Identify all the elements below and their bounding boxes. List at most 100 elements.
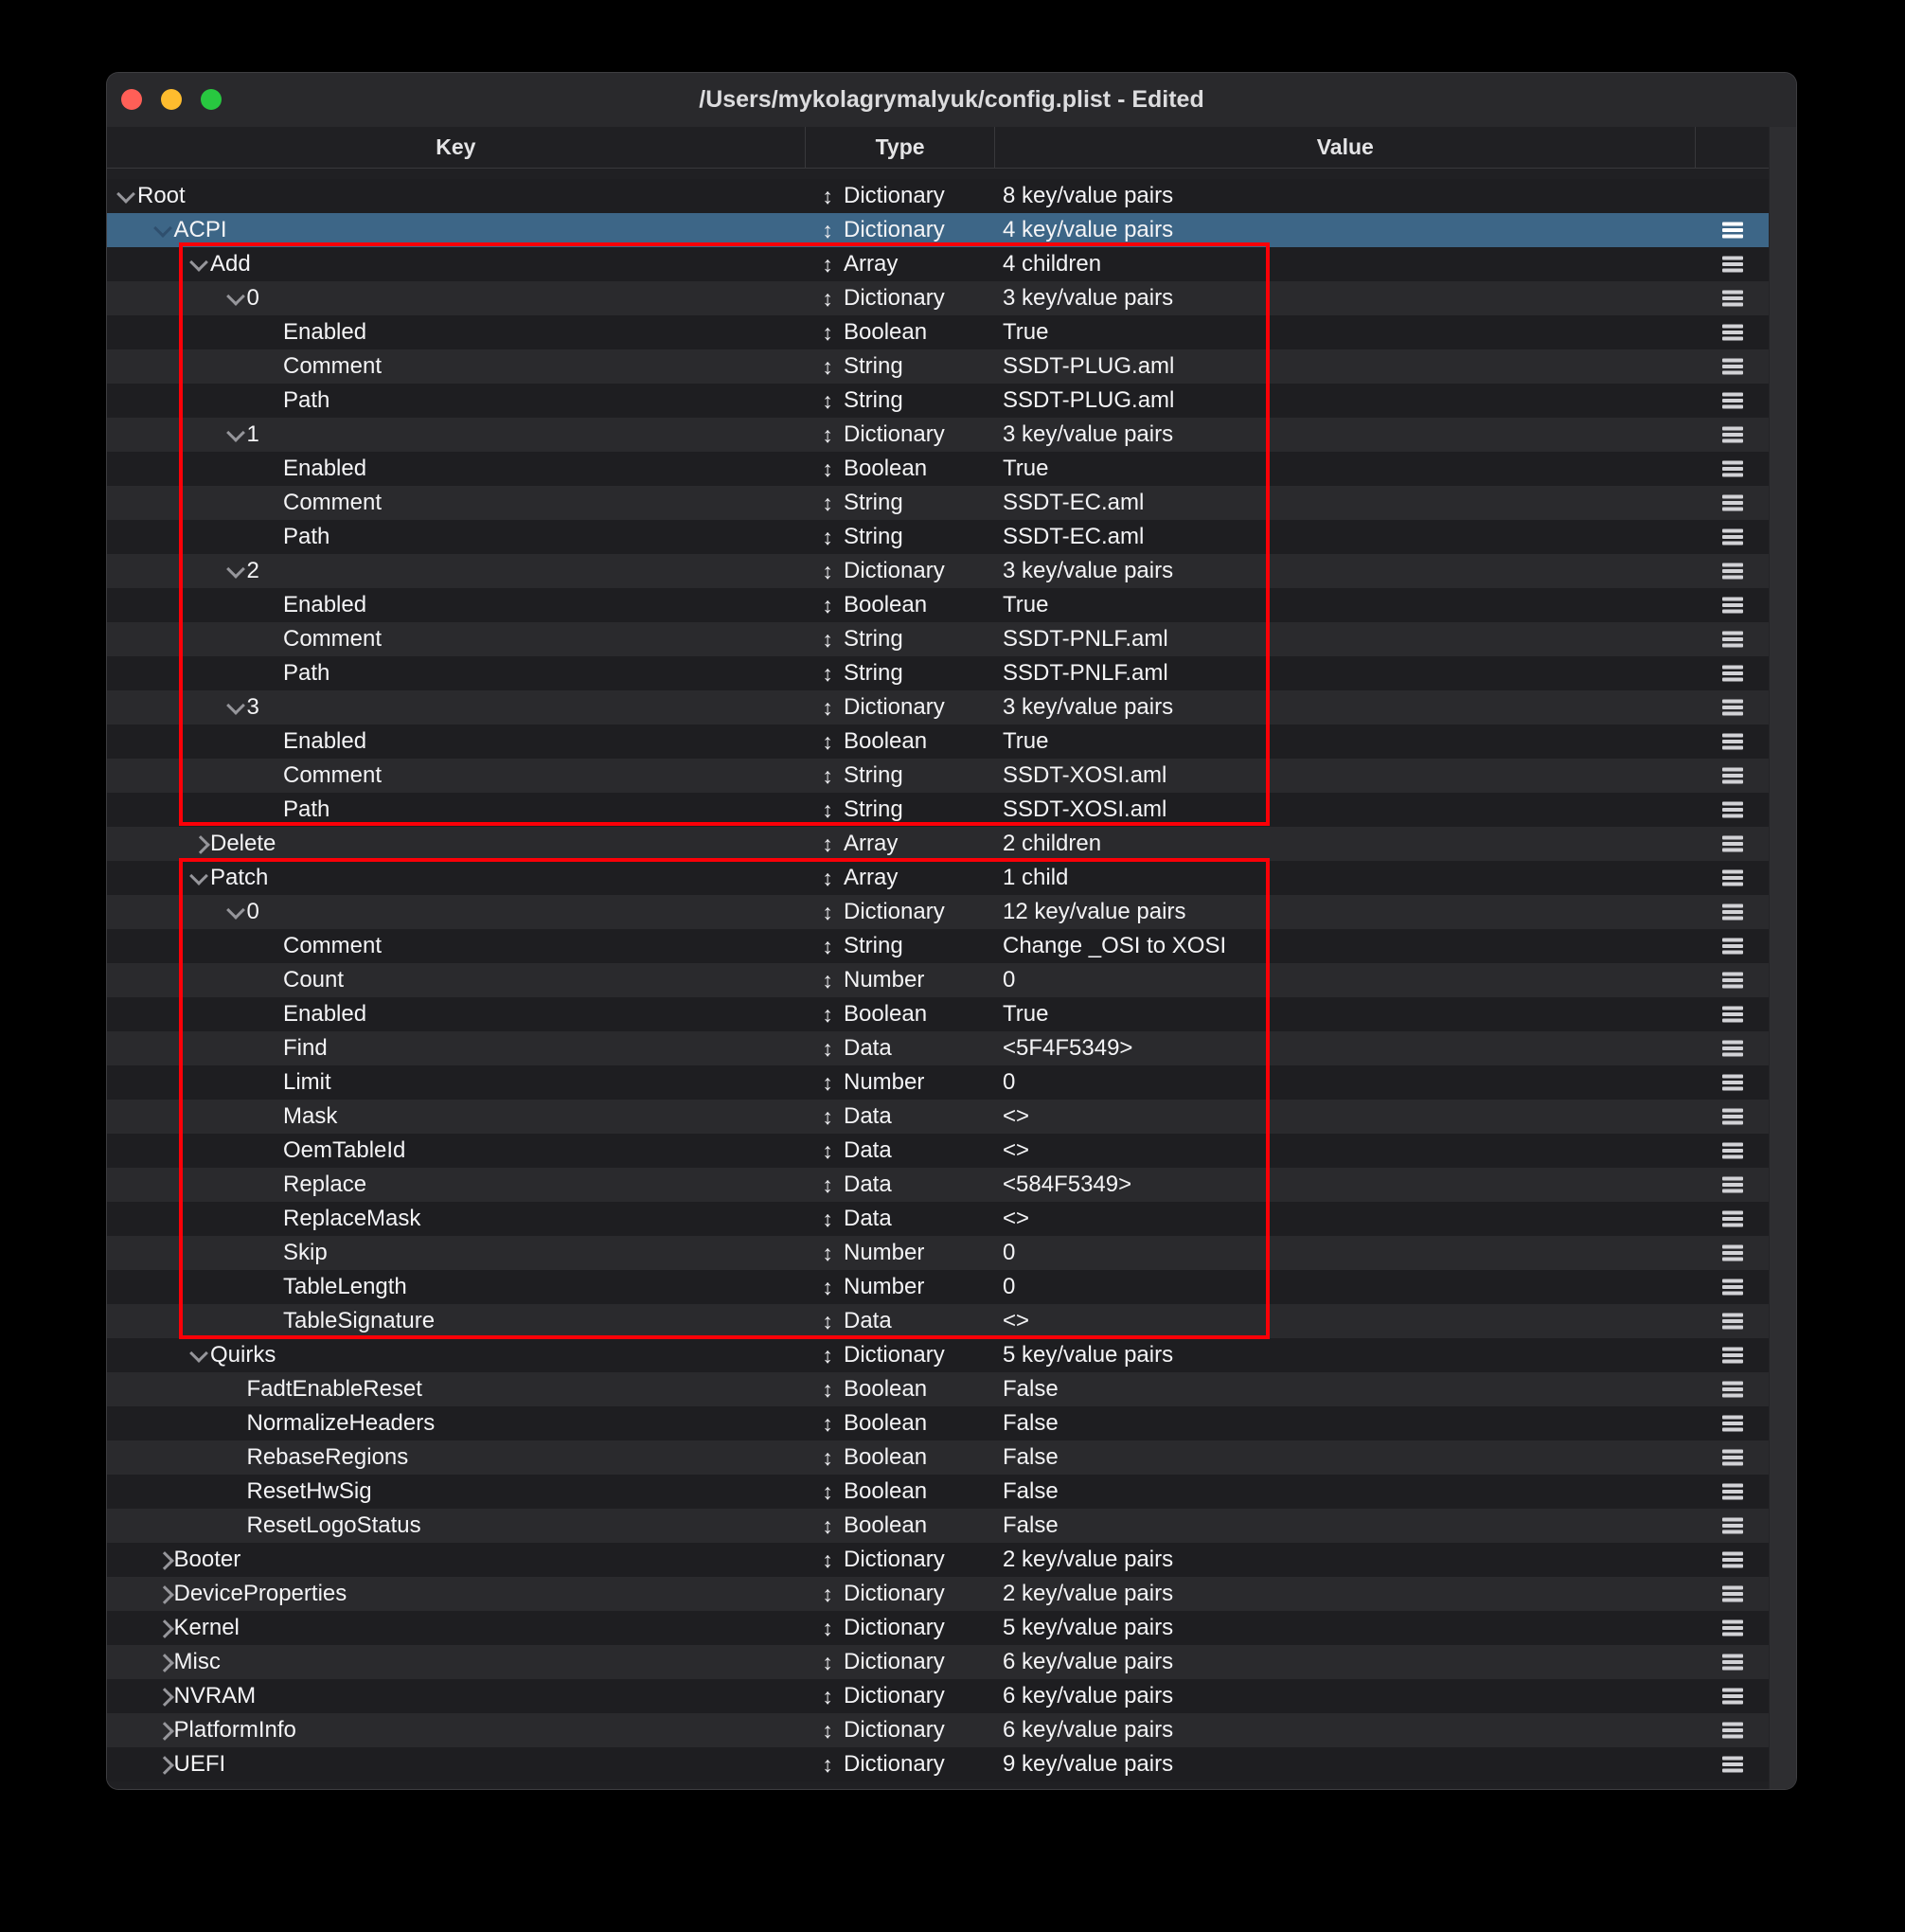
row-menu-icon[interactable] xyxy=(1722,1524,1743,1528)
type-dropdown-icon[interactable]: ↕ xyxy=(817,281,838,315)
disclosure-triangle-icon[interactable] xyxy=(153,1724,174,1737)
type-dropdown-icon[interactable]: ↕ xyxy=(817,384,838,418)
row-menu-icon[interactable] xyxy=(1722,1285,1743,1289)
type-dropdown-icon[interactable]: ↕ xyxy=(817,1134,838,1168)
type-dropdown-icon[interactable]: ↕ xyxy=(817,1679,838,1713)
table-row[interactable]: Enabled ↕ Boolean True xyxy=(107,452,1770,486)
disclosure-triangle-icon[interactable] xyxy=(153,1655,174,1669)
table-row[interactable]: Booter ↕ Dictionary 2 key/value pairs xyxy=(107,1543,1770,1577)
disclosure-triangle-icon[interactable] xyxy=(226,1417,247,1430)
table-row[interactable]: ResetLogoStatus ↕ Boolean False xyxy=(107,1509,1770,1543)
type-dropdown-icon[interactable]: ↕ xyxy=(817,486,838,520)
disclosure-triangle-icon[interactable] xyxy=(226,905,247,919)
row-menu-icon[interactable] xyxy=(1722,467,1743,471)
type-dropdown-icon[interactable]: ↕ xyxy=(817,1440,838,1475)
table-row[interactable]: 0 ↕ Dictionary 12 key/value pairs xyxy=(107,895,1770,929)
disclosure-triangle-icon[interactable] xyxy=(262,1212,283,1225)
table-row[interactable]: Path ↕ String SSDT-PNLF.aml xyxy=(107,656,1770,690)
disclosure-triangle-icon[interactable] xyxy=(262,1042,283,1055)
row-menu-icon[interactable] xyxy=(1722,1081,1743,1084)
disclosure-triangle-icon[interactable] xyxy=(262,667,283,680)
row-menu-icon[interactable] xyxy=(1722,365,1743,368)
type-dropdown-icon[interactable]: ↕ xyxy=(817,997,838,1031)
table-row[interactable]: Comment ↕ String SSDT-XOSI.aml xyxy=(107,759,1770,793)
table-row[interactable]: ReplaceMask ↕ Data <> xyxy=(107,1202,1770,1236)
disclosure-triangle-icon[interactable] xyxy=(262,1315,283,1328)
type-dropdown-icon[interactable]: ↕ xyxy=(817,1475,838,1509)
table-row[interactable]: TableLength ↕ Number 0 xyxy=(107,1270,1770,1304)
disclosure-triangle-icon[interactable] xyxy=(189,837,210,850)
type-dropdown-icon[interactable]: ↕ xyxy=(817,452,838,486)
table-row[interactable]: Kernel ↕ Dictionary 5 key/value pairs xyxy=(107,1611,1770,1645)
table-row[interactable]: Comment ↕ String SSDT-PLUG.aml xyxy=(107,349,1770,384)
row-menu-icon[interactable] xyxy=(1722,1353,1743,1357)
row-menu-icon[interactable] xyxy=(1722,1422,1743,1425)
row-menu-icon[interactable] xyxy=(1722,1251,1743,1255)
table-row[interactable]: Misc ↕ Dictionary 6 key/value pairs xyxy=(107,1645,1770,1679)
row-menu-icon[interactable] xyxy=(1722,1456,1743,1459)
table-row[interactable]: 0 ↕ Dictionary 3 key/value pairs xyxy=(107,281,1770,315)
table-row[interactable]: Patch ↕ Array 1 child xyxy=(107,861,1770,895)
row-menu-icon[interactable] xyxy=(1722,637,1743,641)
type-dropdown-icon[interactable]: ↕ xyxy=(817,1100,838,1134)
type-dropdown-icon[interactable]: ↕ xyxy=(817,1031,838,1065)
disclosure-triangle-icon[interactable] xyxy=(153,1690,174,1703)
table-row[interactable]: Mask ↕ Data <> xyxy=(107,1100,1770,1134)
row-menu-icon[interactable] xyxy=(1722,1115,1743,1118)
disclosure-triangle-icon[interactable] xyxy=(189,258,210,271)
type-dropdown-icon[interactable]: ↕ xyxy=(817,963,838,997)
disclosure-triangle-icon[interactable] xyxy=(262,462,283,475)
table-row[interactable]: 1 ↕ Dictionary 3 key/value pairs xyxy=(107,418,1770,452)
type-dropdown-icon[interactable]: ↕ xyxy=(817,179,838,213)
table-row[interactable]: 2 ↕ Dictionary 3 key/value pairs xyxy=(107,554,1770,588)
type-dropdown-icon[interactable]: ↕ xyxy=(817,827,838,861)
row-menu-icon[interactable] xyxy=(1722,808,1743,812)
table-row[interactable]: TableSignature ↕ Data <> xyxy=(107,1304,1770,1338)
row-menu-icon[interactable] xyxy=(1722,671,1743,675)
disclosure-triangle-icon[interactable] xyxy=(189,1349,210,1362)
column-header-key[interactable]: Key xyxy=(107,127,805,168)
table-row[interactable]: Root ↕ Dictionary 8 key/value pairs xyxy=(107,179,1770,213)
table-row[interactable]: RebaseRegions ↕ Boolean False xyxy=(107,1440,1770,1475)
table-row[interactable]: UEFI ↕ Dictionary 9 key/value pairs xyxy=(107,1747,1770,1781)
row-menu-icon[interactable] xyxy=(1722,501,1743,505)
row-menu-icon[interactable] xyxy=(1722,399,1743,402)
table-row[interactable]: Path ↕ String SSDT-PLUG.aml xyxy=(107,384,1770,418)
disclosure-triangle-icon[interactable] xyxy=(262,633,283,646)
row-menu-icon[interactable] xyxy=(1722,910,1743,914)
disclosure-triangle-icon[interactable] xyxy=(262,1280,283,1294)
type-dropdown-icon[interactable]: ↕ xyxy=(817,690,838,724)
type-dropdown-icon[interactable]: ↕ xyxy=(817,1202,838,1236)
disclosure-triangle-icon[interactable] xyxy=(262,939,283,953)
type-dropdown-icon[interactable]: ↕ xyxy=(817,1645,838,1679)
type-dropdown-icon[interactable]: ↕ xyxy=(817,656,838,690)
disclosure-triangle-icon[interactable] xyxy=(262,394,283,407)
row-menu-icon[interactable] xyxy=(1722,876,1743,880)
table-row[interactable]: Enabled ↕ Boolean True xyxy=(107,588,1770,622)
row-menu-icon[interactable] xyxy=(1722,1592,1743,1596)
type-dropdown-icon[interactable]: ↕ xyxy=(817,622,838,656)
type-dropdown-icon[interactable]: ↕ xyxy=(817,1509,838,1543)
row-menu-icon[interactable] xyxy=(1722,1558,1743,1562)
row-menu-icon[interactable] xyxy=(1722,706,1743,709)
table-row[interactable]: 3 ↕ Dictionary 3 key/value pairs xyxy=(107,690,1770,724)
disclosure-triangle-icon[interactable] xyxy=(226,1519,247,1532)
disclosure-triangle-icon[interactable] xyxy=(262,360,283,373)
table-row[interactable]: Enabled ↕ Boolean True xyxy=(107,315,1770,349)
disclosure-triangle-icon[interactable] xyxy=(226,1451,247,1464)
row-menu-icon[interactable] xyxy=(1722,1149,1743,1153)
disclosure-triangle-icon[interactable] xyxy=(262,803,283,816)
column-header-value[interactable]: Value xyxy=(994,127,1695,168)
disclosure-triangle-icon[interactable] xyxy=(189,871,210,885)
type-dropdown-icon[interactable]: ↕ xyxy=(817,554,838,588)
row-menu-icon[interactable] xyxy=(1722,331,1743,334)
disclosure-triangle-icon[interactable] xyxy=(226,1383,247,1396)
type-dropdown-icon[interactable]: ↕ xyxy=(817,1543,838,1577)
type-dropdown-icon[interactable]: ↕ xyxy=(817,1065,838,1100)
table-row[interactable]: Limit ↕ Number 0 xyxy=(107,1065,1770,1100)
type-dropdown-icon[interactable]: ↕ xyxy=(817,1338,838,1372)
type-dropdown-icon[interactable]: ↕ xyxy=(817,1270,838,1304)
row-menu-icon[interactable] xyxy=(1722,433,1743,437)
table-row[interactable]: ACPI ↕ Dictionary 4 key/value pairs xyxy=(107,213,1770,247)
row-menu-icon[interactable] xyxy=(1722,740,1743,743)
